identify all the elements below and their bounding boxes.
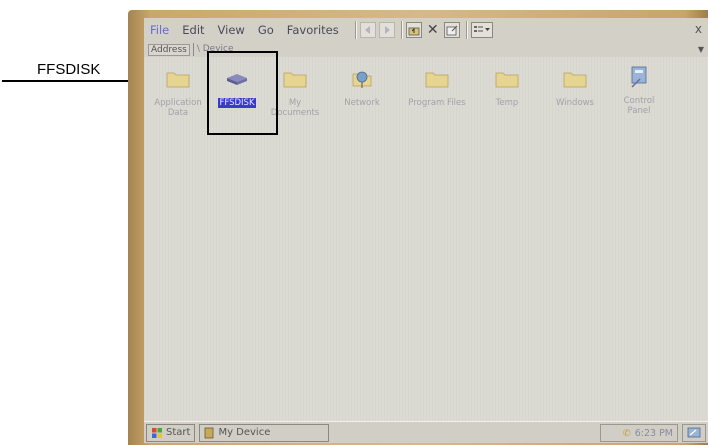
system-tray: ✆ 6:23 PM bbox=[600, 424, 678, 442]
folder-icon bbox=[424, 68, 450, 90]
device-icon bbox=[205, 427, 214, 438]
folder-icon bbox=[282, 68, 308, 90]
icon-application-data[interactable]: Application Data bbox=[148, 68, 208, 118]
close-icon[interactable]: x bbox=[695, 22, 702, 36]
icon-windows[interactable]: Windows bbox=[545, 68, 605, 108]
menu-file[interactable]: File bbox=[150, 23, 169, 37]
icon-label: Program Files bbox=[408, 98, 466, 108]
toolbar-separator bbox=[400, 21, 403, 39]
folder-icon bbox=[165, 68, 191, 90]
icon-program-files[interactable]: Program Files bbox=[407, 68, 467, 108]
icon-label: Network bbox=[344, 98, 380, 108]
properties-icon[interactable] bbox=[443, 22, 460, 38]
network-icon bbox=[349, 68, 375, 90]
forward-arrow-icon[interactable] bbox=[378, 22, 395, 38]
menu-go[interactable]: Go bbox=[258, 23, 274, 37]
toolbar-separator bbox=[465, 21, 468, 39]
control-panel-icon bbox=[626, 66, 652, 88]
desktop-icon[interactable] bbox=[682, 424, 706, 442]
views-icon[interactable] bbox=[470, 22, 493, 38]
network-status-icon[interactable]: ✆ bbox=[623, 428, 631, 439]
menu-edit[interactable]: Edit bbox=[182, 23, 204, 37]
windows-logo-icon bbox=[152, 427, 162, 438]
icon-label: Windows bbox=[556, 98, 594, 108]
icon-network[interactable]: Network bbox=[332, 68, 392, 108]
start-button[interactable]: Start bbox=[146, 423, 196, 442]
folder-icon bbox=[494, 68, 520, 90]
folder-icon bbox=[562, 68, 588, 90]
toolbar-separator bbox=[354, 21, 357, 39]
address-label: Address bbox=[148, 43, 190, 56]
back-arrow-icon[interactable] bbox=[359, 22, 376, 38]
icon-label: Temp bbox=[495, 98, 519, 108]
task-button-my-device[interactable]: My Device bbox=[199, 423, 330, 442]
icon-label: Control Panel bbox=[623, 96, 655, 116]
menu-bar: File Edit View Go Favorites ✕ x bbox=[144, 18, 708, 42]
callout-label: FFSDISK bbox=[37, 61, 101, 78]
highlight-box bbox=[207, 51, 278, 135]
start-label: Start bbox=[166, 427, 191, 438]
task-label: My Device bbox=[218, 427, 271, 438]
callout-line bbox=[2, 80, 138, 82]
icon-label: My Documents bbox=[270, 98, 320, 118]
taskbar: Start My Device ✆ 6:23 PM bbox=[144, 421, 708, 443]
clock[interactable]: 6:23 PM bbox=[635, 428, 673, 439]
icon-control-panel[interactable]: Control Panel bbox=[609, 66, 669, 116]
chevron-down-icon[interactable]: ▼ bbox=[698, 45, 704, 54]
delete-icon[interactable]: ✕ bbox=[425, 22, 441, 38]
folder-up-icon[interactable] bbox=[405, 22, 422, 38]
icon-temp[interactable]: Temp bbox=[477, 68, 537, 108]
menu-view[interactable]: View bbox=[218, 23, 245, 37]
menu-favorites[interactable]: Favorites bbox=[287, 23, 339, 37]
icon-label: Application Data bbox=[154, 98, 202, 118]
